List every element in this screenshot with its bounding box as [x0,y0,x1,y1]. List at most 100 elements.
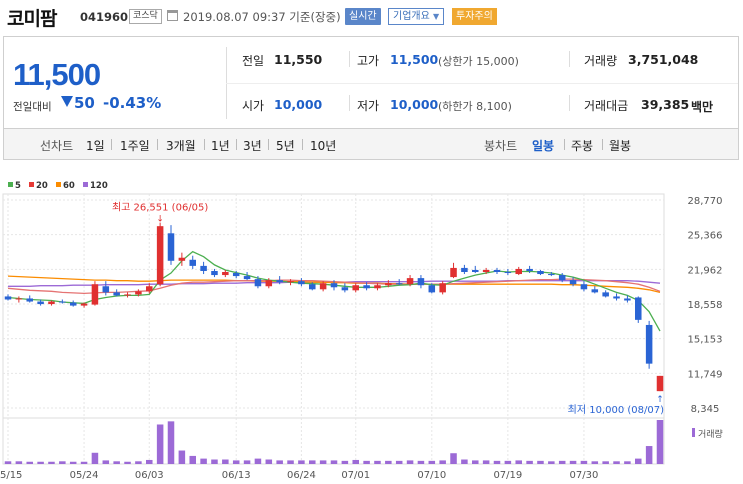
stock-name: 코미팜 [7,8,57,30]
candle-body [113,292,120,296]
period-5y[interactable]: 5년 [276,137,295,154]
prev-close-label: 전일 [242,54,265,68]
period-1d[interactable]: 1일 [86,137,105,154]
candle-monthly[interactable]: 월봉 [609,137,631,154]
period-1y[interactable]: 1년 [211,137,230,154]
candle-body [167,233,175,261]
y-tick-label: 25,366 [688,231,723,242]
x-tick-label: 06/03 [135,470,164,481]
lower-limit: (하한가 8,100) [438,100,512,113]
candle-body [439,283,446,293]
candle-body [417,278,425,286]
separator [204,139,205,150]
separator [157,139,158,150]
current-price: 11,500 [13,57,101,92]
volume-bar [69,461,77,464]
separator [602,139,603,150]
candle-weekly[interactable]: 주봉 [571,137,593,154]
candle-body [352,285,359,291]
volume-bar [428,460,436,464]
volume-bar [591,461,599,464]
candle-daily[interactable]: 일봉 [532,137,554,154]
candle-body [319,283,327,290]
chevron-down-icon: ▼ [433,12,440,21]
stock-chart: 5 20 60 120 28,770 25,366 21,962 18,558 15,153 11… [0,160,743,484]
volume-bar [330,460,338,464]
x-tick-label: 05/15 [0,470,22,481]
volume-bar [417,460,425,464]
upper-limit: (상한가 15,000) [438,55,519,68]
period-3y[interactable]: 3년 [243,137,262,154]
candle-body [591,289,599,293]
stock-code: 041960 [80,10,129,24]
volume-bar [265,459,273,464]
x-tick-label: 07/10 [417,470,446,481]
timestamp: 2019.08.07 09:37 기준(장중) [183,10,341,24]
candle-body [59,301,66,303]
candle-body [232,273,240,277]
divider [349,95,350,111]
candle-body [395,283,403,285]
volume-bar [211,459,218,464]
period-3m[interactable]: 3개월 [166,137,196,154]
company-overview-button[interactable]: 기업개요 ▼ [388,8,445,25]
volume-bar [569,460,577,464]
volume-bar [309,460,316,464]
y-tick-label: 21,962 [688,265,723,276]
open-label: 시가 [242,99,265,113]
candle-body [526,268,533,271]
amount-unit: 백만 [691,100,714,114]
volume-bar [48,461,55,464]
candle-body [222,271,229,276]
volume-bar [298,460,305,464]
volume-bar [558,460,566,464]
volume-bar [635,458,642,464]
legend-swatch-120 [83,182,88,187]
volume-bar [374,460,381,464]
volume-bar [352,459,359,464]
open-value: 10,000 [274,97,323,112]
volume-value: 3,751,048 [628,52,699,67]
volume-bar [439,460,446,464]
low-value: 10,000 [390,97,439,112]
legend-label-20: 20 [36,181,48,191]
up-arrow-icon: ↑ [656,395,664,405]
low-annotation: 최저 10,000 (08/07) [568,404,664,416]
candle-body [189,259,196,266]
high-value: 11,500 [390,52,439,67]
candle-body [4,296,12,300]
legend-swatch-20 [29,182,34,187]
volume-bar [102,460,110,464]
volume-bar [493,460,501,464]
candle-body [146,286,153,292]
candle-body [493,269,501,272]
volume-bar [276,460,283,464]
volume-bar [232,460,240,464]
volume-bar [515,460,522,464]
period-10y[interactable]: 10년 [310,137,336,154]
volume-bar [124,461,131,464]
separator [236,139,237,150]
low-label: 저가 [357,99,380,113]
high-label: 고가 [357,54,380,68]
y-tick-label: 28,770 [688,196,723,207]
y-tick-label: 11,749 [688,369,723,380]
x-tick-label: 06/13 [222,470,251,481]
amount-label: 거래대금 [584,99,629,113]
candle-body [613,296,620,299]
volume-bar [395,460,403,464]
period-1w[interactable]: 1주일 [120,137,150,154]
market-badge: 코스닥 [129,9,162,24]
price-change: 50 [74,94,95,112]
candle-body [341,287,349,291]
volume-bar [189,455,196,464]
volume-bar [482,460,490,464]
realtime-button[interactable]: 실시간 [345,8,381,25]
volume-bar [450,453,457,464]
legend-swatch-60 [56,182,61,187]
volume-bar [363,460,370,464]
price-change-pct: -0.43% [103,94,162,112]
volume-bar [59,461,66,464]
y-tick-label: 15,153 [688,335,723,346]
volume-bar [580,460,588,464]
